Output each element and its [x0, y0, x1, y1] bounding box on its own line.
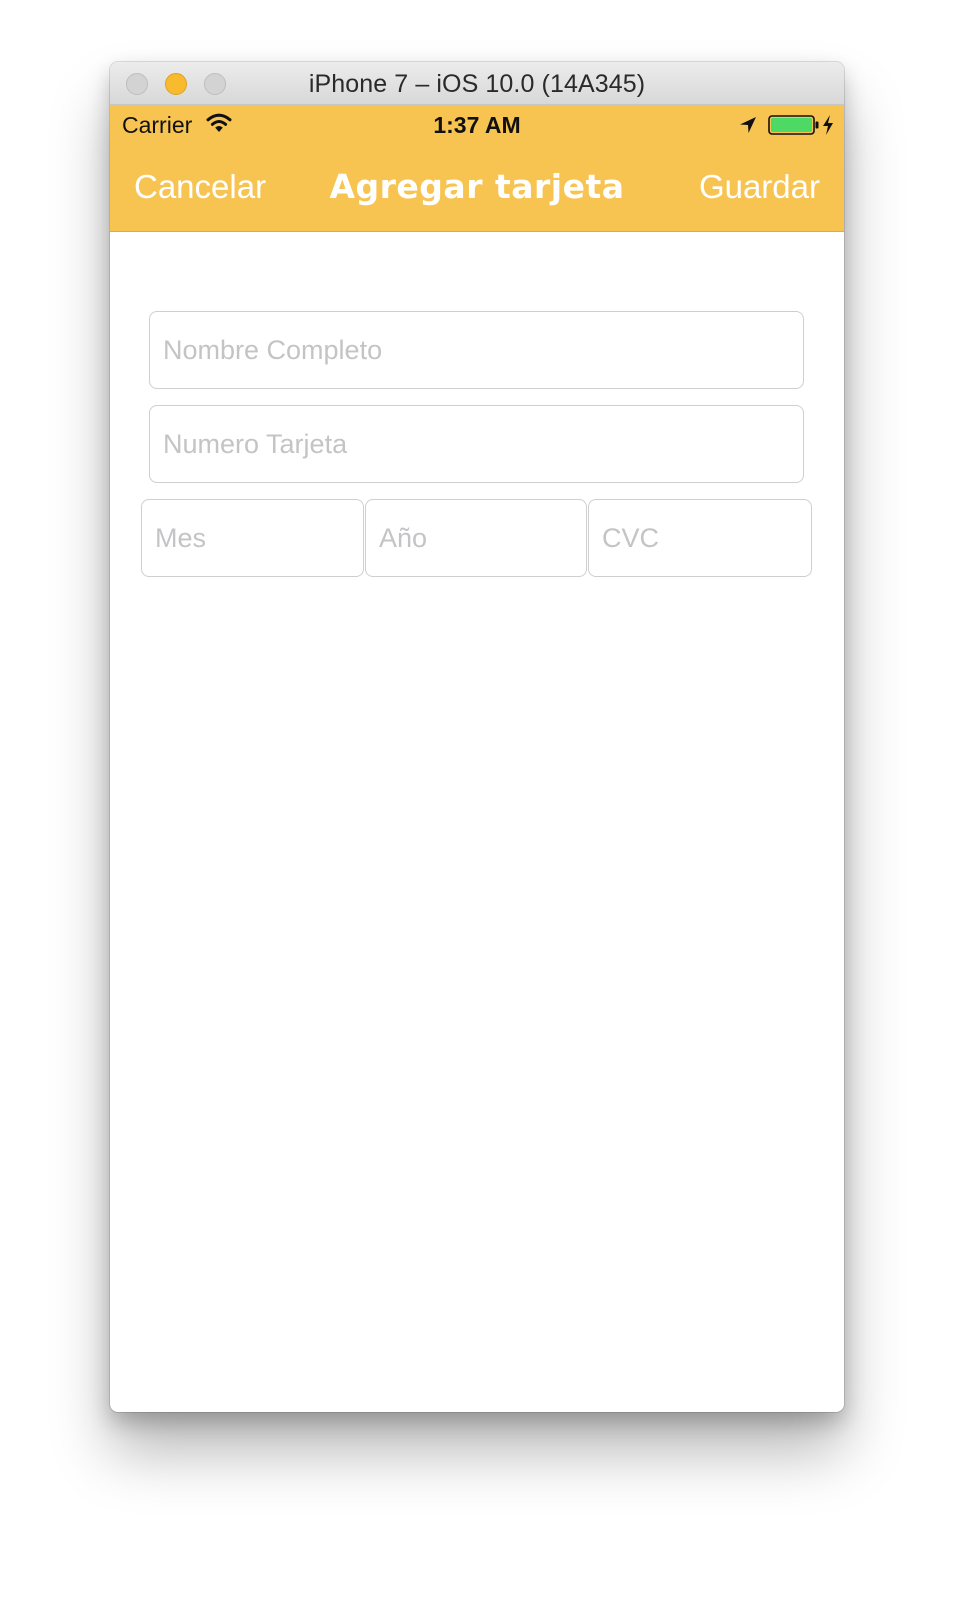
cvc-field[interactable]	[588, 499, 812, 577]
save-button[interactable]: Guardar	[699, 168, 820, 206]
navigation-bar: Cancelar Agregar tarjeta Guardar	[110, 145, 844, 231]
card-number-field[interactable]	[149, 405, 804, 483]
charging-bolt-icon	[821, 114, 835, 141]
location-arrow-icon	[738, 115, 758, 140]
app-header: Carrier 1:37 AM Cancelar Agregar tarjeta…	[110, 105, 844, 232]
full-name-field[interactable]	[149, 311, 804, 389]
status-time: 1:37 AM	[433, 112, 521, 138]
window-title: iPhone 7 – iOS 10.0 (14A345)	[308, 70, 646, 98]
simulator-window: iPhone 7 – iOS 10.0 (14A345) Carrier 1:3…	[110, 62, 844, 1412]
window-titlebar[interactable]: iPhone 7 – iOS 10.0 (14A345)	[110, 62, 844, 105]
expiry-month-field[interactable]	[141, 499, 364, 577]
battery-icon	[768, 115, 820, 140]
expiry-year-field[interactable]	[365, 499, 587, 577]
status-bar: Carrier 1:37 AM	[110, 105, 844, 145]
